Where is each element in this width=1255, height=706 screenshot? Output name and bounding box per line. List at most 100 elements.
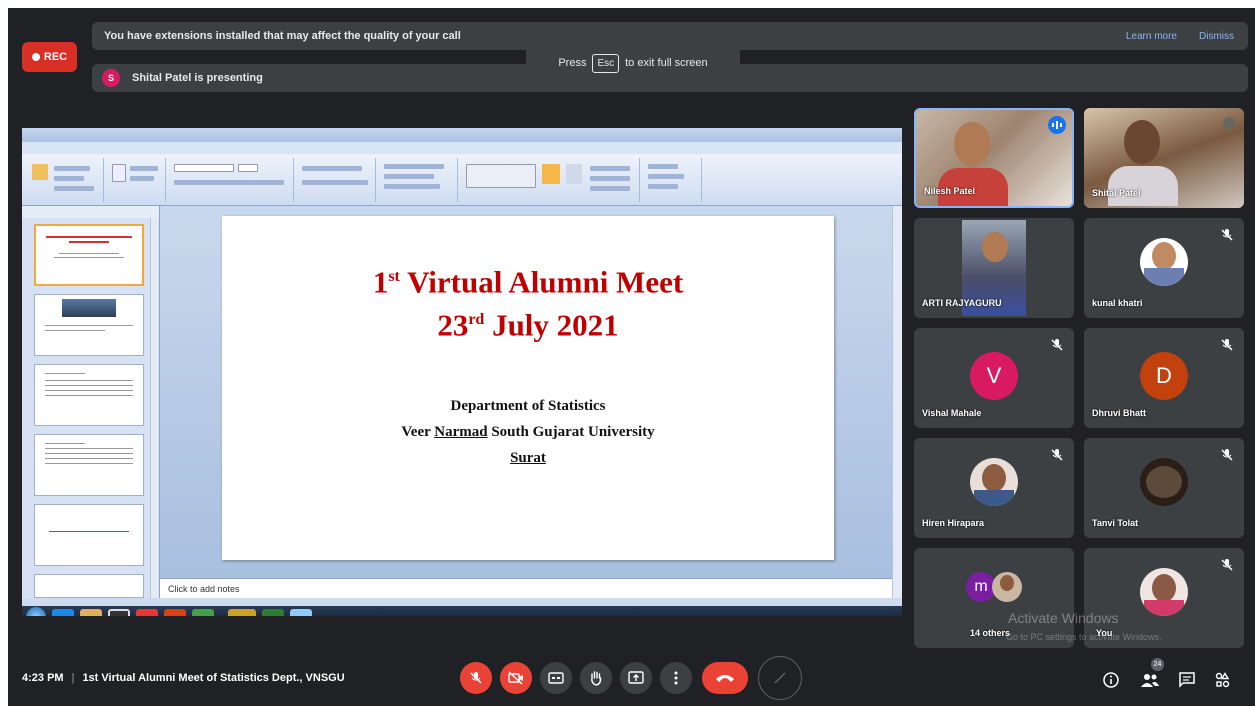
avatar bbox=[1140, 568, 1188, 616]
more-options-button[interactable] bbox=[660, 662, 692, 694]
slide-thumbnail[interactable] bbox=[34, 364, 144, 426]
presenter-avatar: S bbox=[102, 69, 120, 87]
app-icon[interactable] bbox=[228, 609, 256, 616]
excel-icon[interactable] bbox=[262, 609, 284, 616]
slide-scrollbar[interactable] bbox=[892, 206, 902, 598]
participant-name: Nilesh Patel bbox=[924, 186, 976, 196]
participant-name: kunal khatri bbox=[1092, 298, 1143, 308]
avatar: V bbox=[970, 352, 1018, 400]
participant-tile[interactable]: Shital Patel bbox=[1084, 108, 1244, 208]
ribbon-group-text bbox=[378, 158, 458, 202]
ribbon-group-slides bbox=[106, 158, 166, 202]
slide-thumbnail[interactable] bbox=[34, 294, 144, 356]
mic-toggle-button[interactable] bbox=[460, 662, 492, 694]
shared-screen: 1st Virtual Alumni Meet 23rd July 2021 D… bbox=[22, 128, 902, 616]
camera-toggle-button[interactable] bbox=[500, 662, 532, 694]
captions-icon bbox=[548, 672, 564, 684]
participant-name: ARTI RAJYAGURU bbox=[922, 298, 1002, 308]
present-icon bbox=[628, 671, 644, 684]
windows-taskbar bbox=[22, 606, 902, 616]
mic-off-icon bbox=[1221, 229, 1233, 241]
hang-up-icon bbox=[716, 675, 734, 682]
info-icon bbox=[1103, 672, 1119, 688]
leave-call-button[interactable] bbox=[702, 662, 748, 694]
ie-icon[interactable] bbox=[52, 609, 74, 616]
participant-tile[interactable]: Hiren Hirapara bbox=[914, 438, 1074, 538]
present-button[interactable] bbox=[620, 662, 652, 694]
meeting-info: 4:23 PM | 1st Virtual Alumni Meet of Sta… bbox=[22, 672, 345, 684]
mic-off-icon bbox=[1051, 339, 1063, 351]
avatar bbox=[992, 572, 1022, 602]
chat-button[interactable] bbox=[1178, 671, 1196, 689]
current-slide: 1st Virtual Alumni Meet 23rd July 2021 D… bbox=[222, 216, 834, 560]
participant-tile[interactable]: Tanvi Tolat bbox=[1084, 438, 1244, 538]
ppt-status-bar bbox=[22, 598, 902, 606]
slide-department: Department of Statistics bbox=[450, 398, 606, 414]
slide-thumbnail[interactable] bbox=[34, 504, 144, 566]
participant-tile[interactable]: ARTI RAJYAGURU bbox=[914, 218, 1074, 318]
activate-windows-watermark: Activate Windows bbox=[1008, 610, 1119, 626]
participant-tile[interactable]: kunal khatri bbox=[1084, 218, 1244, 318]
speaking-icon bbox=[1048, 116, 1066, 134]
ribbon-group-drawing bbox=[460, 158, 640, 202]
ppt-ribbon bbox=[22, 154, 902, 206]
windows-start-icon[interactable] bbox=[26, 607, 46, 616]
more-vert-icon bbox=[674, 671, 678, 685]
meeting-details-button[interactable] bbox=[1102, 671, 1120, 689]
participant-name: Dhruvi Bhatt bbox=[1092, 408, 1146, 418]
powerpoint-icon[interactable] bbox=[164, 609, 186, 616]
chrome-icon[interactable] bbox=[136, 609, 158, 616]
participant-name: Shital Patel bbox=[1092, 188, 1141, 198]
avatar bbox=[1140, 238, 1188, 286]
slide-thumbnail[interactable] bbox=[34, 434, 144, 496]
slides-panel bbox=[22, 206, 160, 598]
esc-prefix: Press bbox=[558, 57, 587, 69]
participant-tile[interactable]: D Dhruvi Bhatt bbox=[1084, 328, 1244, 428]
chrome-icon-2[interactable] bbox=[192, 609, 214, 616]
slide-title: 1st Virtual Alumni Meet 23rd July 2021 bbox=[372, 264, 684, 343]
captions-button[interactable] bbox=[540, 662, 572, 694]
participant-name: Tanvi Tolat bbox=[1092, 518, 1139, 528]
chat-icon bbox=[1179, 672, 1195, 688]
people-button[interactable] bbox=[1141, 671, 1159, 689]
slide-thumbnail[interactable] bbox=[34, 574, 144, 598]
participant-tile[interactable]: Nilesh Patel bbox=[914, 108, 1074, 208]
participant-tile[interactable]: V Vishal Mahale bbox=[914, 328, 1074, 428]
learn-more-link[interactable]: Learn more bbox=[1126, 31, 1177, 42]
mic-off-icon bbox=[1221, 339, 1233, 351]
ribbon-group-paragraph bbox=[296, 158, 376, 202]
window-icon[interactable] bbox=[290, 609, 312, 616]
clock-time: 4:23 PM bbox=[22, 672, 64, 684]
activities-button[interactable] bbox=[1214, 671, 1232, 689]
avatar: D bbox=[1140, 352, 1188, 400]
esc-key: Esc bbox=[592, 53, 620, 73]
ppt-title-bar bbox=[22, 128, 902, 142]
ribbon-group-font bbox=[168, 158, 294, 202]
slide-university: Veer Narmad South Gujarat University bbox=[401, 424, 655, 440]
slides-scrollbar[interactable] bbox=[150, 218, 158, 598]
esc-suffix: to exit full screen bbox=[625, 57, 708, 69]
mic-off-icon bbox=[1223, 117, 1235, 129]
ribbon-group-clipboard bbox=[24, 158, 104, 202]
participant-name: Vishal Mahale bbox=[922, 408, 982, 418]
raise-hand-button[interactable] bbox=[580, 662, 612, 694]
avatar bbox=[970, 458, 1018, 506]
slide-thumbnail[interactable] bbox=[34, 224, 144, 286]
activities-icon bbox=[1215, 672, 1230, 688]
recording-badge: REC bbox=[22, 42, 77, 72]
dismiss-button[interactable]: Dismiss bbox=[1199, 31, 1234, 42]
folder-icon[interactable] bbox=[80, 609, 102, 616]
media-icon[interactable] bbox=[108, 609, 130, 616]
pen-icon bbox=[774, 672, 786, 684]
notes-pane[interactable]: Click to add notes bbox=[160, 578, 892, 598]
participant-name: Hiren Hirapara bbox=[922, 518, 985, 528]
mic-off-icon bbox=[1051, 449, 1063, 461]
mic-off-icon bbox=[470, 672, 482, 684]
camera-off-icon bbox=[508, 671, 523, 685]
separator: | bbox=[71, 672, 75, 684]
rec-label: REC bbox=[43, 51, 68, 63]
mic-off-icon bbox=[1221, 449, 1233, 461]
ppt-ribbon-tabs bbox=[22, 142, 902, 154]
extensions-notice: You have extensions installed that may a… bbox=[104, 30, 461, 42]
cursor-highlight bbox=[758, 656, 802, 700]
